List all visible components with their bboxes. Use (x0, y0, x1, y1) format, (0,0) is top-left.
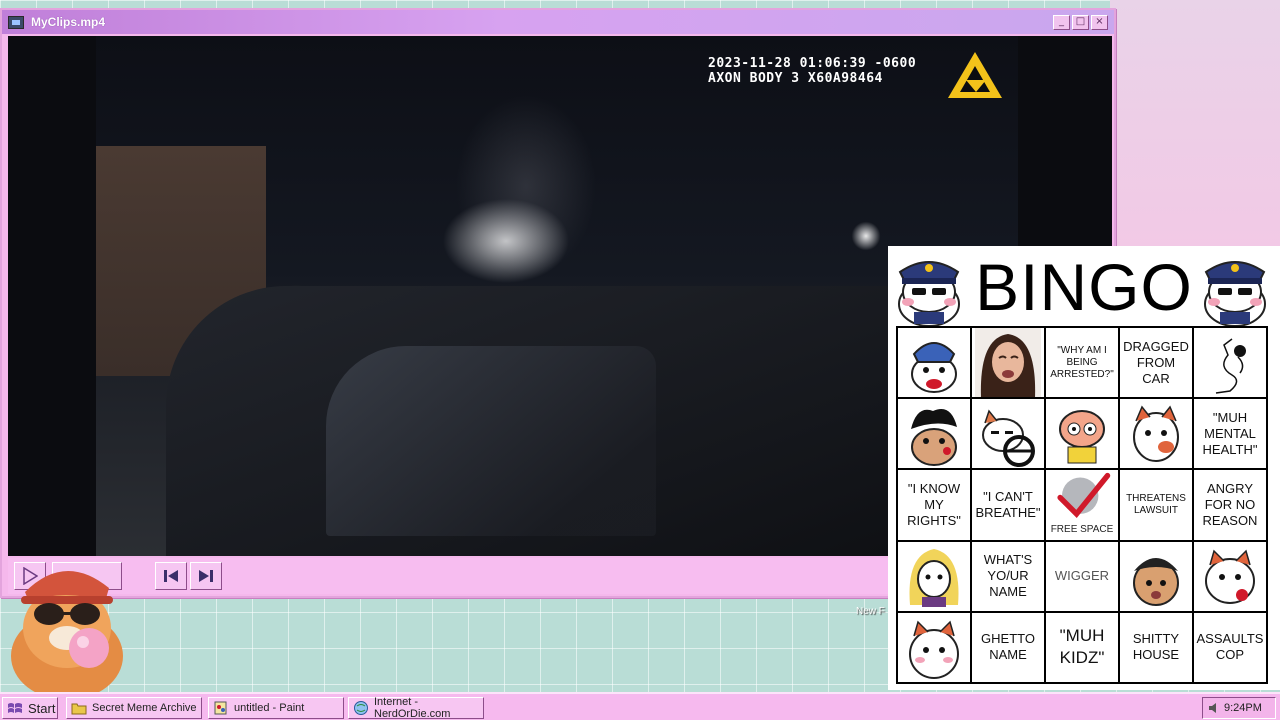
free-space-label: FREE SPACE (1050, 523, 1114, 535)
crying-woman-photo (975, 328, 1041, 398)
bingo-cell: WHAT'S YO/UR NAME (972, 541, 1044, 611)
skip-forward-icon (199, 570, 213, 582)
taskbar-item-paint[interactable]: untitled - Paint (208, 697, 344, 719)
bingo-cell (1120, 541, 1192, 611)
cat-sticker-icon (1205, 549, 1255, 605)
previous-button[interactable] (155, 562, 187, 590)
start-button[interactable]: Start (2, 697, 58, 719)
checkmark-icon (1057, 473, 1111, 519)
police-cat-icon (1204, 261, 1266, 326)
bodycam-timestamp: 2023-11-28 01:06:39 -0600 (708, 56, 917, 71)
speaker-icon[interactable] (1207, 701, 1221, 715)
minimize-button[interactable]: _ (1053, 14, 1070, 30)
bodycam-frame (96, 36, 1026, 556)
car-window-shape (326, 346, 656, 536)
bingo-card: BINGO "WHY AM I BEING ARRESTED?" DRAGGED… (888, 246, 1280, 690)
bingo-cell: "MUH MENTAL HEALTH" (1194, 399, 1266, 469)
globe-icon (353, 700, 369, 716)
taskbar-item-meme-archive[interactable]: Secret Meme Archive (66, 697, 202, 719)
bingo-cell (972, 328, 1044, 398)
bingo-cell: THREATENS LAWSUIT (1120, 470, 1192, 540)
bingo-cell: SHITTY HOUSE (1120, 612, 1192, 682)
taskbar-item-label: Secret Meme Archive (92, 702, 197, 714)
bingo-free-space: FREE SPACE (1046, 470, 1118, 540)
bingo-cell: "I KNOW MY RIGHTS" (898, 470, 970, 540)
taskbar: Start Secret Meme Archive untitled - Pai… (0, 692, 1280, 720)
bingo-cell: ASSAULTS COP (1194, 612, 1266, 682)
folder-icon (71, 700, 87, 716)
bingo-cell: WIGGER (1046, 541, 1118, 611)
taskbar-item-label: untitled - Paint (234, 702, 305, 714)
monitor-icon (8, 15, 24, 29)
window-title: MyClips.mp4 (31, 15, 106, 29)
skip-back-icon (164, 570, 178, 582)
desktop-wallpaper-glow (1110, 0, 1280, 250)
bingo-cell: DRAGGED FROM CAR (1120, 328, 1192, 398)
bingo-cell: "MUH KIDZ" (1046, 612, 1118, 682)
taskbar-item-internet[interactable]: Internet - NerdOrDie.com (348, 696, 484, 720)
bingo-cell (1046, 399, 1118, 469)
bingo-cell: "WHY AM I BEING ARRESTED?" (1046, 328, 1118, 398)
cat-sticker-icon (909, 549, 959, 608)
next-button[interactable] (190, 562, 222, 590)
bingo-cell: "I CAN'T BREATHE" (972, 470, 1044, 540)
bingo-cell (898, 328, 970, 398)
cat-sticker-icon (911, 408, 957, 466)
bingo-grid: "WHY AM I BEING ARRESTED?" DRAGGED FROM … (896, 326, 1268, 684)
cat-with-sunglasses-sticker (11, 570, 123, 694)
system-tray: 9:24PM (1202, 697, 1276, 719)
cat-driving-icon (982, 409, 1035, 467)
bingo-cell (1120, 399, 1192, 469)
bingo-title: BINGO (975, 250, 1193, 324)
bingo-cell (898, 612, 970, 682)
police-cat-icon (898, 261, 960, 326)
bingo-cell (972, 399, 1044, 469)
paint-icon (213, 700, 229, 716)
bodycam-overlay: 2023-11-28 01:06:39 -0600 AXON BODY 3 X6… (708, 56, 916, 86)
start-label: Start (28, 700, 56, 716)
clock[interactable]: 9:24PM (1224, 702, 1262, 714)
cat-sticker-icon (909, 620, 959, 680)
cat-sticker-icon (1059, 409, 1105, 464)
maximize-button[interactable]: □ (1072, 14, 1089, 30)
bingo-cell (1194, 541, 1266, 611)
cat-sticker-icon (911, 341, 957, 393)
title-bar[interactable]: MyClips.mp4 _ □ × (2, 10, 1114, 34)
bingo-cell (898, 399, 970, 469)
cat-sticker-icon (1133, 405, 1179, 462)
bingo-cell: GHETTO NAME (972, 612, 1044, 682)
bingo-cell: ANGRY FOR NO REASON (1194, 470, 1266, 540)
taskbar-item-label: Internet - NerdOrDie.com (374, 696, 451, 720)
windows-logo-icon (7, 700, 23, 716)
bingo-cell (898, 541, 970, 611)
bingo-header: BINGO (888, 246, 1280, 326)
close-button[interactable]: × (1091, 14, 1108, 30)
bodycam-device-id: AXON BODY 3 X60A98464 (708, 71, 883, 86)
figure-drawing-icon (1215, 337, 1246, 394)
axon-logo-icon (948, 52, 1002, 98)
cat-sticker-icon (1133, 558, 1179, 607)
bingo-cell (1194, 328, 1266, 398)
desktop-icon-label[interactable]: New F (856, 606, 885, 617)
